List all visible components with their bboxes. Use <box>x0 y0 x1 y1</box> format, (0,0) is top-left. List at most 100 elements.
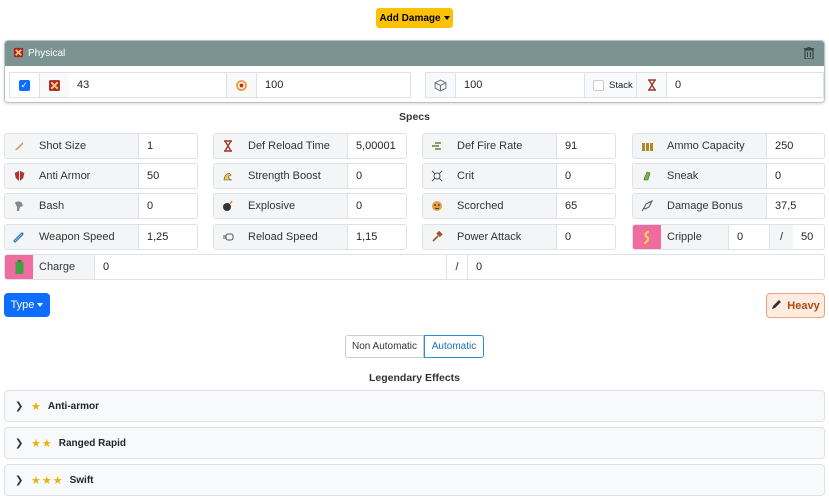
type-label: Type <box>10 299 35 311</box>
heavy-label: Heavy <box>787 299 820 312</box>
stat-explosive: Explosive 0 <box>213 193 407 219</box>
stat-value-field[interactable]: 50 <box>139 164 197 188</box>
stat-label: Weapon Speed <box>33 225 139 249</box>
stat-value-field[interactable]: 0 <box>139 194 197 218</box>
stat-damage-bonus: Damage Bonus 37,5 <box>632 193 825 219</box>
stat-scorched: Scorched 65 <box>422 193 616 219</box>
enabled-checkbox[interactable]: ✓ <box>18 79 30 91</box>
stat-sneak: Sneak 0 <box>632 163 825 189</box>
stack-toggle[interactable]: Stack <box>584 72 637 98</box>
target-icon <box>227 73 257 97</box>
damage-card-body: ✓ 43 100 100 Stack 0 <box>5 66 824 102</box>
stat-reload-speed: Reload Speed 1,15 <box>213 224 407 250</box>
fire-mode-automatic[interactable]: Automatic <box>424 335 484 358</box>
stat-label: Bash <box>33 194 139 218</box>
legendary-item-ranged-rapid[interactable]: ❯ ★★ Ranged Rapid <box>4 427 825 459</box>
stat-bash: Bash 0 <box>4 193 198 219</box>
damage-value: 43 <box>77 79 90 91</box>
damage-card-header: Physical <box>5 41 824 66</box>
stat-value-field[interactable]: 1,15 <box>348 225 406 249</box>
enabled-checkbox-wrap: ✓ <box>10 73 40 97</box>
stat-strength-boost: Strength Boost 0 <box>213 163 407 189</box>
damage-card: Physical ✓ 43 100 100 Stack 0 <box>4 40 825 103</box>
slash-separator: / <box>447 255 467 279</box>
stat-value-field[interactable]: 1,25 <box>139 225 197 249</box>
chevron-right-icon: ❯ <box>15 474 24 486</box>
hourglass-icon <box>637 73 667 97</box>
duration-field[interactable]: 0 <box>636 72 824 98</box>
pencil-icon <box>771 299 782 313</box>
damage-enabled-cell: ✓ <box>9 72 70 98</box>
legendary-name: Swift <box>69 474 94 486</box>
heavy-button[interactable]: Heavy <box>766 293 825 318</box>
charge-max-field[interactable]: 0 <box>467 255 824 279</box>
cripple-icon <box>633 225 661 249</box>
damage-type-title: Physical <box>28 48 66 59</box>
bomb-icon <box>214 194 242 218</box>
power-attack-icon <box>423 225 451 249</box>
charge-value-field[interactable]: 0 <box>95 255 447 279</box>
caret-down-icon <box>443 16 450 20</box>
percent-value: 100 <box>464 79 483 91</box>
specs-title: Specs <box>399 111 430 123</box>
stack-checkbox[interactable] <box>593 79 604 91</box>
slash-separator: / <box>769 225 793 249</box>
stat-value-field[interactable]: 65 <box>557 194 615 218</box>
battery-icon <box>5 255 33 279</box>
stat-label: Strength Boost <box>242 164 348 188</box>
stat-value-field[interactable]: 37,5 <box>767 194 824 218</box>
stat-label: Def Reload Time <box>242 134 348 158</box>
legendary-name: Ranged Rapid <box>58 437 126 449</box>
stat-value-field[interactable]: 0 <box>557 164 615 188</box>
damage-value-field[interactable]: 43 <box>69 72 227 98</box>
stat-shot-size: Shot Size 1 <box>4 133 198 159</box>
crit-icon <box>423 164 451 188</box>
accuracy-value: 100 <box>265 79 284 91</box>
stat-anti-armor: Anti Armor 50 <box>4 163 198 189</box>
stat-label: Reload Speed <box>242 225 348 249</box>
stat-cripple: Cripple 0 / 50 <box>632 224 825 250</box>
stat-crit: Crit 0 <box>422 163 616 189</box>
stat-value-field[interactable]: 91 <box>557 134 615 158</box>
legendary-name: Anti-armor <box>47 400 99 412</box>
damage-icon <box>39 73 69 97</box>
star-icon: ★★ <box>31 437 53 450</box>
rocket-icon <box>633 194 661 218</box>
stat-value-field[interactable]: 250 <box>767 134 824 158</box>
star-icon: ★★★ <box>31 474 64 487</box>
stat-value-field[interactable]: 0 <box>767 164 824 188</box>
type-dropdown-button[interactable]: Type <box>4 293 50 317</box>
fire-rate-icon <box>423 134 451 158</box>
stack-label: Stack <box>609 79 633 91</box>
stat-def-fire-rate: Def Fire Rate 91 <box>422 133 616 159</box>
add-damage-button[interactable]: Add Damage <box>376 8 453 28</box>
scorched-icon <box>423 194 451 218</box>
stat-label: Sneak <box>661 164 767 188</box>
trash-icon[interactable] <box>804 47 814 62</box>
chevron-right-icon: ❯ <box>15 400 24 412</box>
stat-value-field[interactable]: 0 <box>348 164 406 188</box>
stat-value-field[interactable]: 0 <box>348 194 406 218</box>
legendary-item-anti-armor[interactable]: ❯ ★ Anti-armor <box>4 390 825 422</box>
chevron-right-icon: ❯ <box>15 437 24 449</box>
stat-value-field[interactable]: 5,00001 <box>348 134 406 158</box>
add-damage-label: Add Damage <box>379 12 441 24</box>
legendary-item-swift[interactable]: ❯ ★★★ Swift <box>4 464 825 496</box>
reload-icon <box>214 225 242 249</box>
stat-ammo-capacity: Ammo Capacity 250 <box>632 133 825 159</box>
stat-value-field[interactable]: 1 <box>139 134 197 158</box>
stat-charge: Charge 0 / 0 <box>4 254 825 280</box>
legendary-title: Legendary Effects <box>368 372 461 384</box>
cripple-max-field[interactable]: 50 <box>793 225 824 249</box>
fire-mode-non-automatic[interactable]: Non Automatic <box>345 335 424 358</box>
duration-value: 0 <box>675 79 682 91</box>
stat-def-reload-time: Def Reload Time 5,00001 <box>213 133 407 159</box>
stat-label: Cripple <box>661 225 729 249</box>
stat-label: Charge <box>33 255 95 279</box>
stat-label: Crit <box>451 164 557 188</box>
percent-field[interactable]: 100 <box>425 72 585 98</box>
star-icon: ★ <box>31 400 42 413</box>
accuracy-field[interactable]: 100 <box>226 72 411 98</box>
stat-value-field[interactable]: 0 <box>557 225 615 249</box>
cripple-value-field[interactable]: 0 <box>729 225 769 249</box>
